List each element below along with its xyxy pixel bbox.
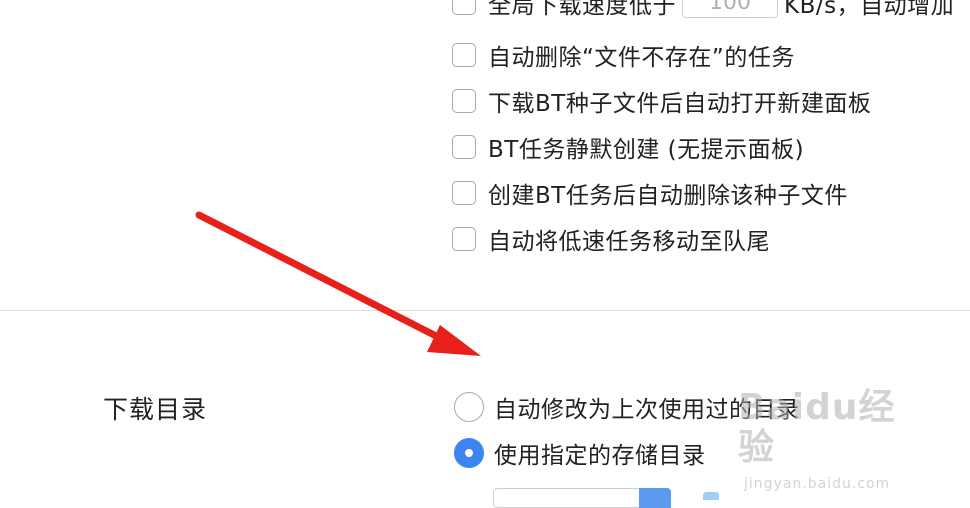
- delete-missing-checkbox[interactable]: [452, 43, 476, 67]
- auto-speed-label-after: KB/s，自动增加: [784, 0, 955, 19]
- open-panel-checkbox[interactable]: [452, 89, 476, 113]
- auto-speed-row: 全局下载速度低于 100 KB/s，自动增加: [452, 0, 954, 20]
- specified-dir-radio[interactable]: [454, 438, 484, 468]
- move-slow-checkbox[interactable]: [452, 227, 476, 251]
- auto-speed-checkbox[interactable]: [452, 0, 476, 15]
- option-silent-create-row[interactable]: BT任务静默创建 (无提示面板): [452, 130, 804, 164]
- delete-torrent-label: 创建BT任务后自动删除该种子文件: [488, 183, 848, 209]
- option-delete-missing-row[interactable]: 自动删除“文件不存在”的任务: [452, 38, 795, 72]
- silent-create-checkbox[interactable]: [452, 135, 476, 159]
- path-dropdown-button[interactable]: [639, 488, 671, 508]
- open-panel-label: 下载BT种子文件后自动打开新建面板: [488, 91, 872, 117]
- watermark-url: jingyan.baidu.com: [744, 476, 891, 492]
- option-open-panel-row[interactable]: 下载BT种子文件后自动打开新建面板: [452, 84, 871, 118]
- move-slow-label: 自动将低速任务移动至队尾: [488, 229, 770, 255]
- radio-specified-dir-row[interactable]: 使用指定的存储目录: [454, 436, 706, 470]
- silent-create-label: BT任务静默创建 (无提示面板): [488, 137, 805, 163]
- watermark-logo: Baidu经验: [738, 387, 896, 468]
- option-move-slow-row[interactable]: 自动将低速任务移动至队尾: [452, 222, 770, 256]
- delete-missing-label: 自动删除“文件不存在”的任务: [488, 45, 795, 71]
- specified-dir-label: 使用指定的存储目录: [494, 443, 706, 469]
- baidu-watermark: Baidu经验 jingyan.baidu.com: [738, 387, 918, 493]
- delete-torrent-checkbox[interactable]: [452, 181, 476, 205]
- download-dir-label: 下载目录: [103, 395, 208, 424]
- auto-speed-label-before: 全局下载速度低于: [488, 0, 676, 19]
- section-divider: [0, 310, 970, 311]
- speed-threshold-input[interactable]: 100: [682, 0, 778, 18]
- folder-icon[interactable]: [703, 492, 719, 500]
- option-delete-torrent-row[interactable]: 创建BT任务后自动删除该种子文件: [452, 176, 848, 210]
- last-used-dir-radio[interactable]: [454, 392, 484, 422]
